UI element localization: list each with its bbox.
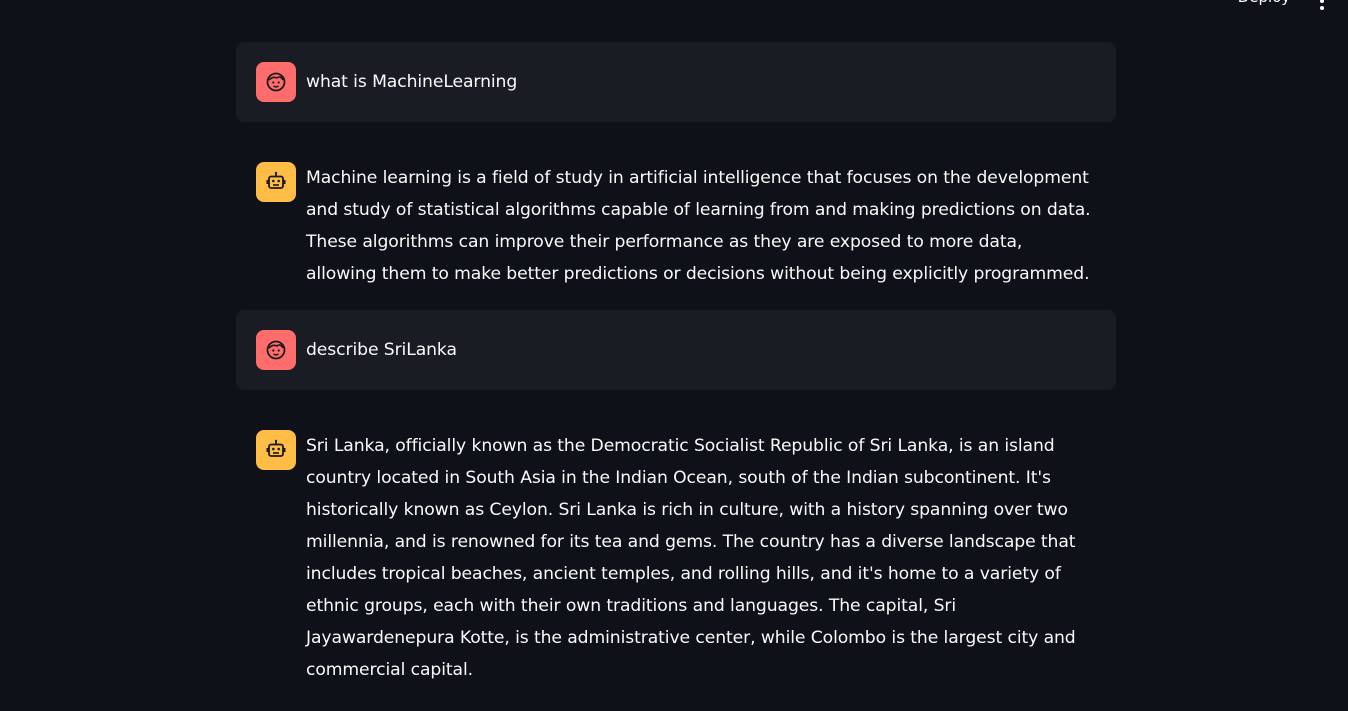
vertical-ellipsis-icon[interactable] bbox=[1314, 0, 1330, 10]
app-root: Deploy what is MachineLearning bbox=[0, 0, 1348, 711]
robot-icon bbox=[266, 171, 286, 189]
user-face-icon bbox=[266, 340, 286, 360]
message-text: Sri Lanka, officially known as the Democ… bbox=[306, 436, 1076, 680]
deploy-button[interactable]: Deploy bbox=[1224, 0, 1304, 8]
message-text: what is MachineLearning bbox=[306, 72, 518, 92]
user-avatar bbox=[256, 330, 296, 370]
user-avatar bbox=[256, 62, 296, 102]
message-text: describe SriLanka bbox=[306, 340, 457, 360]
assistant-message: Sri Lanka, officially known as the Democ… bbox=[236, 410, 1116, 706]
user-message: describe SriLanka bbox=[236, 310, 1116, 390]
user-face-icon bbox=[266, 72, 286, 92]
message-text: Machine learning is a field of study in … bbox=[306, 168, 1091, 284]
chat-message-list: what is MachineLearning Machine learning… bbox=[236, 42, 1116, 706]
assistant-avatar bbox=[256, 430, 296, 470]
robot-icon bbox=[266, 439, 286, 457]
top-toolbar: Deploy bbox=[0, 0, 1348, 10]
assistant-avatar bbox=[256, 162, 296, 202]
user-message: what is MachineLearning bbox=[236, 42, 1116, 122]
assistant-message: Machine learning is a field of study in … bbox=[236, 142, 1116, 310]
